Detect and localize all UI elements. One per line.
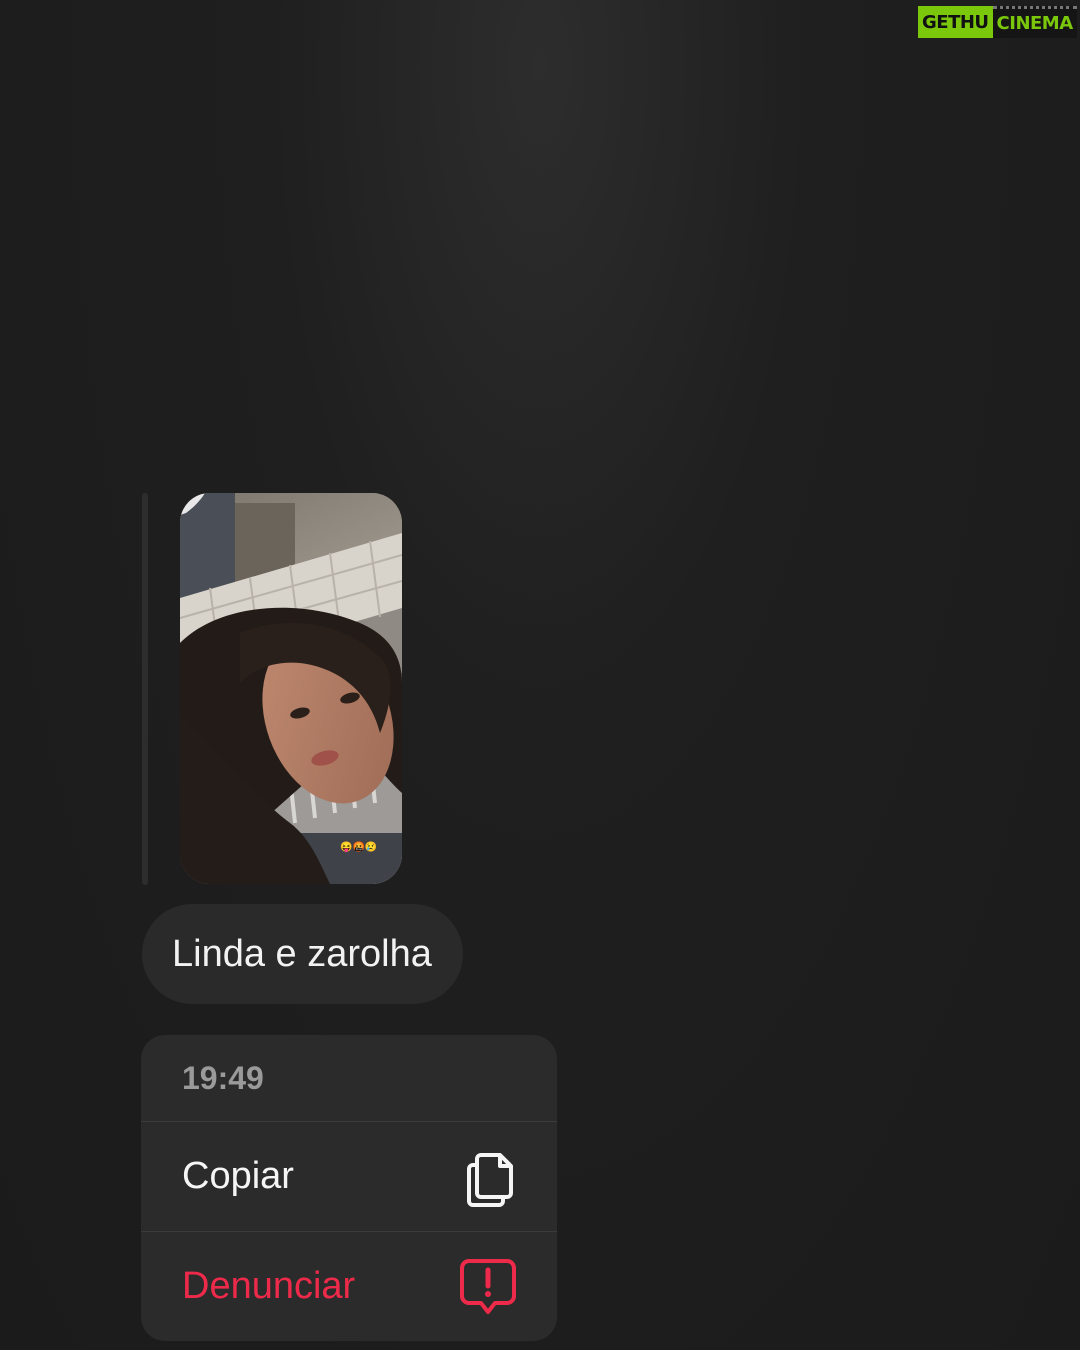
report-label: Denunciar	[182, 1265, 356, 1307]
message-timestamp: 19:49	[141, 1035, 557, 1122]
report-icon	[459, 1258, 517, 1316]
watermark-text-left: GETHU	[918, 6, 993, 38]
message-context-menu: 19:49 Copiar Denunciar	[141, 1035, 557, 1341]
report-menu-item[interactable]: Denunciar	[141, 1232, 557, 1341]
message-text: Linda e zarolha	[172, 932, 432, 975]
story-reply-bar	[142, 493, 148, 885]
copy-menu-item[interactable]: Copiar	[141, 1122, 557, 1232]
watermark-text-right: CINEMA	[992, 6, 1077, 38]
message-bubble[interactable]: Linda e zarolha	[142, 904, 463, 1004]
story-thumbnail[interactable]: 😝🤬😢	[180, 493, 402, 884]
copy-icon	[467, 1147, 517, 1207]
selfie-photo: 😝🤬😢	[180, 493, 402, 884]
copy-label: Copiar	[182, 1155, 294, 1197]
sticker-emojis: 😝🤬😢	[340, 841, 377, 853]
watermark-logo: GETHU CINEMA	[918, 6, 1077, 38]
